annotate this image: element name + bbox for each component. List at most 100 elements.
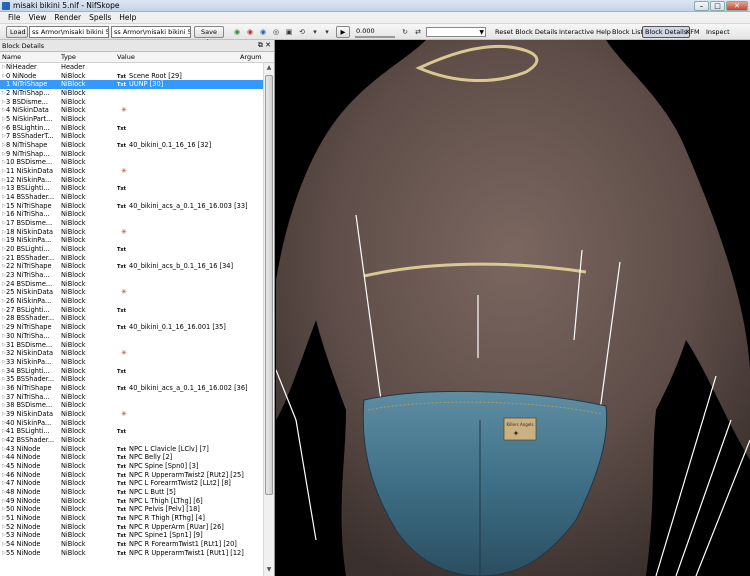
- render-viewport[interactable]: Killers Angels ✦: [276, 40, 750, 576]
- tree-row[interactable]: ▷ 34 BSLighti... NiBlock Txt: [0, 367, 263, 376]
- tree-row[interactable]: ▷ 55 NiNode NiBlock Txt NPC R UpperarmTwist1…: [0, 549, 263, 558]
- menu-view[interactable]: View: [25, 12, 51, 23]
- menu-file[interactable]: File: [4, 12, 25, 23]
- save-path-input[interactable]: ss Armor\misaki bikini 5.nif: [111, 26, 191, 38]
- tree-row[interactable]: ▷ 24 BSDisme... NiBlock: [0, 280, 263, 289]
- scroll-up-icon[interactable]: ▲: [265, 64, 273, 73]
- text-type-icon: Txt: [117, 455, 127, 462]
- arrow-down-icon[interactable]: ▾: [310, 28, 320, 36]
- tree-row[interactable]: ▷ 8 NiTriShape NiBlock Txt 40_bikini_0.1_16_…: [0, 141, 263, 150]
- tree-row[interactable]: ▷ 4 NiSkinData NiBlock ✳: [0, 106, 263, 115]
- tree-row[interactable]: ▷ 26 NiSkinPa... NiBlock: [0, 297, 263, 306]
- tree-row[interactable]: ▷ 29 NiTriShape NiBlock Txt 40_bikini_0.1_16…: [0, 323, 263, 332]
- tree-row[interactable]: ▷ 28 BSShader... NiBlock: [0, 314, 263, 323]
- tree-row[interactable]: ▷ 36 NiTriShape NiBlock Txt 40_bikini_acs_a_…: [0, 384, 263, 393]
- tree-row[interactable]: ▷ 23 NiTriSha... NiBlock: [0, 271, 263, 280]
- cube-icon[interactable]: ▣: [284, 28, 294, 36]
- block-list-button[interactable]: Block List: [610, 26, 645, 38]
- column-value[interactable]: Value: [117, 53, 135, 61]
- tree-row[interactable]: ▷ 1 NiTriShape NiBlock Txt UUNP [30]: [0, 80, 263, 90]
- tree-row[interactable]: ▷ 25 NiSkinData NiBlock ✳: [0, 288, 263, 297]
- loop-icon[interactable]: ↻: [400, 28, 410, 36]
- tree-row[interactable]: ▷ 7 BSShaderT... NiBlock: [0, 132, 263, 141]
- panel-controls[interactable]: ⧉ ✕: [258, 41, 271, 50]
- tree-row[interactable]: ▷ 30 NiTriSha... NiBlock: [0, 332, 263, 341]
- tree-row[interactable]: ▷ 20 BSLighti... NiBlock Txt: [0, 245, 263, 254]
- view-icon[interactable]: ◎: [271, 28, 281, 36]
- tree-row[interactable]: ▷ 15 NiTriShape NiBlock Txt 40_bikini_acs_a_…: [0, 202, 263, 211]
- tree-row[interactable]: ▷ 5 NiSkinPart... NiBlock: [0, 115, 263, 124]
- scrollbar-thumb[interactable]: [265, 75, 273, 495]
- block-details-button[interactable]: Block Details: [642, 26, 691, 38]
- tree-row[interactable]: ▷ 31 BSDisme... NiBlock: [0, 341, 263, 350]
- tree-row[interactable]: ▷ NiHeader Header: [0, 63, 263, 72]
- inspect-button[interactable]: Inspect: [704, 26, 732, 38]
- tree-row[interactable]: ▷ 35 BSShader... NiBlock: [0, 375, 263, 384]
- tree-row[interactable]: ▷ 37 NiTriSha... NiBlock: [0, 393, 263, 402]
- menu-help[interactable]: Help: [115, 12, 140, 23]
- menu-render[interactable]: Render: [50, 12, 85, 23]
- vertical-scrollbar[interactable]: ▲ ▼: [263, 63, 274, 576]
- tree-row[interactable]: ▷ 10 BSDisme... NiBlock: [0, 158, 263, 167]
- tree-row[interactable]: ▷ 6 BSLightin... NiBlock Txt: [0, 124, 263, 133]
- tree-row[interactable]: ▷ 43 NiNode NiBlock Txt NPC L Clavicle [LClv…: [0, 445, 263, 454]
- tree-row[interactable]: ▷ 48 NiNode NiBlock Txt NPC L Butt [5]: [0, 488, 263, 497]
- tree-row[interactable]: ▷ 16 NiTriSha... NiBlock: [0, 210, 263, 219]
- tree-row[interactable]: ▷ 44 NiNode NiBlock Txt NPC Belly [2]: [0, 453, 263, 462]
- tree-row[interactable]: ▷ 3 BSDisme... NiBlock: [0, 98, 263, 107]
- tree-row[interactable]: ▷ 51 NiNode NiBlock Txt NPC R Thigh [RThg] […: [0, 514, 263, 523]
- tree-row[interactable]: ▷ 49 NiNode NiBlock Txt NPC L Thigh [LThg] […: [0, 497, 263, 506]
- column-type[interactable]: Type: [61, 53, 76, 61]
- tree-row[interactable]: ▷ 50 NiNode NiBlock Txt NPC Pelvis [Pelv] [1…: [0, 505, 263, 514]
- maximize-button[interactable]: □: [710, 1, 725, 11]
- tree-row[interactable]: ▷ 52 NiNode NiBlock Txt NPC R UpperArm [RUar…: [0, 523, 263, 532]
- tree-row[interactable]: ▷ 19 NiSkinPa... NiBlock: [0, 236, 263, 245]
- tree-row[interactable]: ▷ 14 BSShader... NiBlock: [0, 193, 263, 202]
- tree-row[interactable]: ▷ 18 NiSkinData NiBlock ✳: [0, 228, 263, 237]
- arrow-down-icon[interactable]: ▾: [322, 28, 332, 36]
- menu-spells[interactable]: Spells: [85, 12, 115, 23]
- tree-row[interactable]: ▷ 9 NiTriShap... NiBlock: [0, 150, 263, 159]
- minimize-button[interactable]: –: [694, 1, 709, 11]
- tree-row[interactable]: ▷ 41 BSLighti... NiBlock Txt: [0, 427, 263, 436]
- save-as-button[interactable]: Save As: [194, 26, 224, 46]
- tree-row[interactable]: ▷ 27 BSLighti... NiBlock Txt: [0, 306, 263, 315]
- tree-row[interactable]: ▷ 38 BSDisme... NiBlock: [0, 401, 263, 410]
- tree-row[interactable]: ▷ 40 NiSkinPa... NiBlock: [0, 419, 263, 428]
- tree-row[interactable]: ▷ 54 NiNode NiBlock Txt NPC R ForearmTwist1 …: [0, 540, 263, 549]
- tree-row[interactable]: ▷ 21 BSShader... NiBlock: [0, 254, 263, 263]
- tree-row[interactable]: ▷ 12 NiSkinPa... NiBlock: [0, 176, 263, 185]
- tree-row[interactable]: ▷ 13 BSLighti... NiBlock Txt: [0, 184, 263, 193]
- tree-row[interactable]: ▷ 17 BSDisme... NiBlock: [0, 219, 263, 228]
- close-button[interactable]: ✕: [726, 1, 748, 11]
- kfm-button[interactable]: KFM: [684, 26, 702, 38]
- tree-row[interactable]: ▷ 22 NiTriShape NiBlock Txt 40_bikini_acs_b_…: [0, 262, 263, 271]
- eye-icon[interactable]: ◉: [232, 28, 242, 36]
- tree-row[interactable]: ▷ 47 NiNode NiBlock Txt NPC L ForearmTwist2 …: [0, 479, 263, 488]
- interactive-help-button[interactable]: Interactive Help: [557, 26, 613, 38]
- animation-select[interactable]: ▼: [426, 27, 486, 37]
- tree-row[interactable]: ▷ 0 NiNode NiBlock Txt Scene Root [29]: [0, 72, 263, 81]
- switch-icon[interactable]: ⇄: [413, 28, 423, 36]
- reset-block-details-button[interactable]: Reset Block Details: [493, 26, 559, 38]
- tree-row[interactable]: ▷ 46 NiNode NiBlock Txt NPC R UpperarmTwist2…: [0, 471, 263, 480]
- scroll-down-icon[interactable]: ▼: [265, 566, 273, 575]
- column-argument[interactable]: Argum: [240, 53, 262, 61]
- eye-icon[interactable]: ◉: [258, 28, 268, 36]
- load-path-input[interactable]: ss Armor\misaki bikini 5.nif: [29, 26, 109, 38]
- column-name[interactable]: Name: [2, 53, 21, 61]
- rotate-icon[interactable]: ⟲: [297, 28, 307, 36]
- tree-row[interactable]: ▷ 11 NiSkinData NiBlock ✳: [0, 167, 263, 176]
- time-slider[interactable]: [355, 36, 395, 38]
- eye-icon[interactable]: ◉: [245, 28, 255, 36]
- tree-row[interactable]: ▷ 39 NiSkinData NiBlock ✳: [0, 410, 263, 419]
- tree-row[interactable]: ▷ 33 NiSkinPa... NiBlock: [0, 358, 263, 367]
- tree-row[interactable]: ▷ 53 NiNode NiBlock Txt NPC Spine1 [Spn1] [9…: [0, 531, 263, 540]
- play-button[interactable]: ▶: [336, 26, 350, 38]
- load-button[interactable]: Load: [6, 26, 28, 38]
- tree-row[interactable]: ▷ 2 NiTriShap... NiBlock: [0, 89, 263, 98]
- tree-row[interactable]: ▷ 32 NiSkinData NiBlock ✳: [0, 349, 263, 358]
- tree-row[interactable]: ▷ 45 NiNode NiBlock Txt NPC Spine [Spn0] [3]: [0, 462, 263, 471]
- tree-row[interactable]: ▷ 42 BSShader... NiBlock: [0, 436, 263, 445]
- row-name: 20 BSLighti...: [6, 245, 50, 254]
